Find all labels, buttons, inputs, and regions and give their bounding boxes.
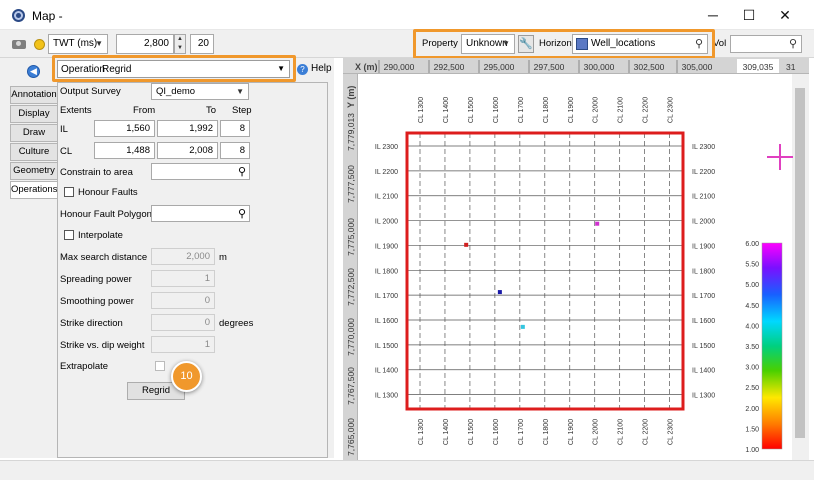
- colorbar-tick-label: 3.00: [745, 365, 759, 372]
- colorbar-tick-label: 4.50: [745, 303, 759, 310]
- cl-label-bottom: CL 1300: [418, 419, 425, 445]
- cl-label-bottom: CL 1900: [568, 419, 575, 445]
- y-ruler-tick: 7,767,500: [346, 367, 356, 405]
- colorbar-tick-label: 5.00: [745, 282, 759, 289]
- il-label-left: IL 1700: [375, 293, 398, 300]
- il-label-left: IL 2000: [375, 219, 398, 226]
- cl-label-top: CL 1600: [493, 97, 500, 123]
- colorbar-tick-label: 3.50: [745, 344, 759, 351]
- il-label-right: IL 1900: [692, 243, 715, 250]
- well-marker: [520, 324, 525, 329]
- il-label-left: IL 1900: [375, 243, 398, 250]
- cl-label-bottom: CL 1500: [468, 419, 475, 445]
- cl-label-top: CL 2000: [593, 97, 600, 123]
- x-ruler-tick: 297,500: [534, 62, 565, 72]
- il-label-right: IL 2100: [692, 194, 715, 201]
- il-label-left: IL 2200: [375, 169, 398, 176]
- cl-label-top: CL 2300: [668, 97, 675, 123]
- status-bar: [0, 460, 814, 480]
- x-ruler-edge-text: 31: [786, 62, 796, 72]
- cl-label-bottom: CL 1400: [443, 419, 450, 445]
- il-label-left: IL 1300: [375, 393, 398, 400]
- cl-label-top: CL 1300: [418, 97, 425, 123]
- cl-label-bottom: CL 1600: [493, 419, 500, 445]
- x-ruler-tick: 302,500: [634, 62, 665, 72]
- il-label-right: IL 1600: [692, 318, 715, 325]
- cl-label-bottom: CL 2100: [618, 419, 625, 445]
- cl-label-bottom: CL 2300: [668, 419, 675, 445]
- x-ruler-tick: 305,000: [682, 62, 713, 72]
- il-label-right: IL 2300: [692, 144, 715, 151]
- x-ruler-tick: 292,500: [434, 62, 465, 72]
- cl-label-top: CL 1700: [518, 97, 525, 123]
- il-label-right: IL 1400: [692, 368, 715, 375]
- colorbar-tick-label: 1.00: [745, 447, 759, 454]
- x-ruler-tick: 295,000: [484, 62, 515, 72]
- cl-label-bottom: CL 2200: [643, 419, 650, 445]
- il-label-left: IL 1600: [375, 318, 398, 325]
- x-ruler-tick: 300,000: [584, 62, 615, 72]
- colorbar-tick-label: 2.50: [745, 385, 759, 392]
- cl-label-top: CL 1500: [468, 97, 475, 123]
- colorbar-tick-label: 4.00: [745, 323, 759, 330]
- il-label-right: IL 1800: [692, 268, 715, 275]
- il-label-right: IL 1500: [692, 343, 715, 350]
- well-marker: [595, 221, 600, 226]
- colorbar-gradient: [761, 242, 783, 450]
- y-ruler-tick: 7,775,000: [346, 218, 356, 256]
- il-label-left: IL 2300: [375, 144, 398, 151]
- colorbar-tick-label: 5.50: [745, 262, 759, 269]
- y-ruler-tick: 7,772,500: [346, 268, 356, 306]
- cl-label-top: CL 2100: [618, 97, 625, 123]
- y-ruler-tick: 7,770,000: [346, 318, 356, 356]
- x-ruler-tick: 290,000: [384, 62, 415, 72]
- y-ruler-tick: 7,765,000: [346, 418, 356, 456]
- well-marker: [497, 290, 502, 295]
- y-ruler-tick: 7,777,500: [346, 165, 356, 203]
- cl-label-bottom: CL 1700: [518, 419, 525, 445]
- il-label-right: IL 1700: [692, 293, 715, 300]
- x-cursor-readout: 309,035: [743, 62, 774, 72]
- y-ruler-tick: 7,779,013: [346, 113, 356, 151]
- il-label-right: IL 2200: [692, 169, 715, 176]
- il-label-right: IL 1300: [692, 393, 715, 400]
- colorbar-tick-label: 6.00: [745, 241, 759, 248]
- cl-label-bottom: CL 1800: [543, 419, 550, 445]
- colorbar-tick-label: 2.00: [745, 406, 759, 413]
- x-ruler-label: X (m): [355, 62, 378, 72]
- well-marker: [464, 242, 469, 247]
- il-label-left: IL 1800: [375, 268, 398, 275]
- il-label-left: IL 1400: [375, 368, 398, 375]
- cl-label-top: CL 1400: [443, 97, 450, 123]
- cl-label-top: CL 2200: [643, 97, 650, 123]
- cl-label-top: CL 1900: [568, 97, 575, 123]
- cl-label-top: CL 1800: [543, 97, 550, 123]
- cl-label-bottom: CL 2000: [593, 419, 600, 445]
- il-label-left: IL 1500: [375, 343, 398, 350]
- il-label-left: IL 2100: [375, 194, 398, 201]
- il-label-right: IL 2000: [692, 219, 715, 226]
- map-svg: X (m) 290,000 292,500 295,000 297,500 300,000…: [346, 59, 796, 456]
- y-ruler-label: Y (m): [346, 86, 356, 108]
- colorbar-tick-label: 1.50: [745, 426, 759, 433]
